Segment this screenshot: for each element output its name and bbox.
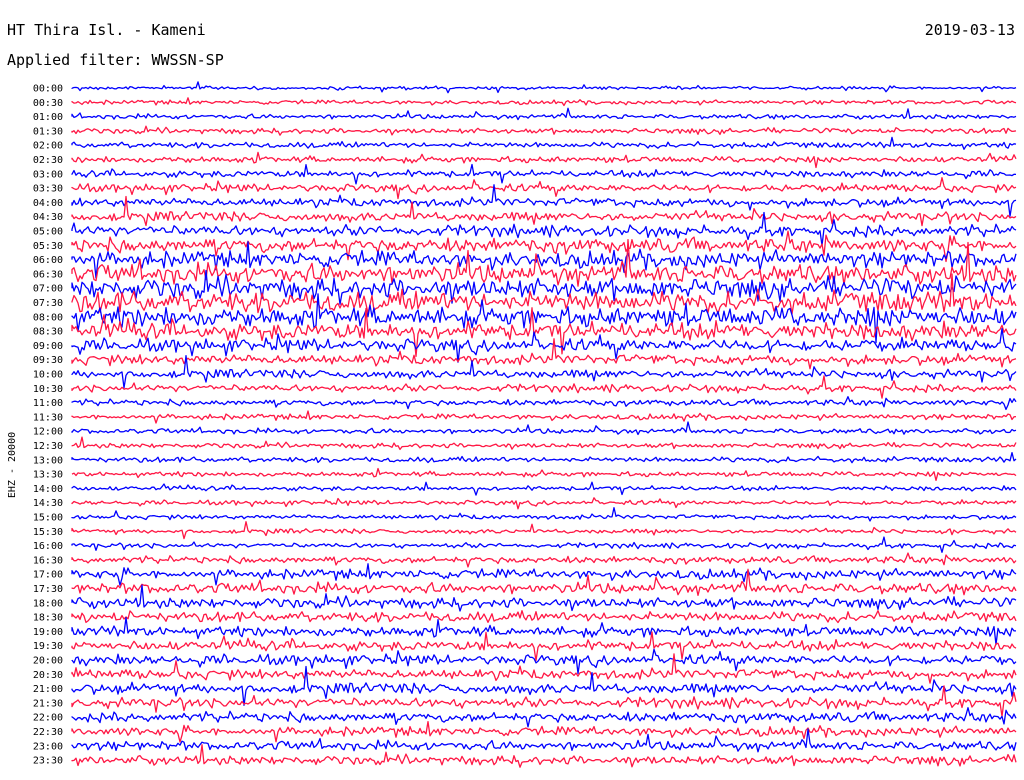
trace-row <box>71 355 1017 389</box>
row-time-label: 02:00 <box>33 141 63 152</box>
trace-row <box>71 151 1017 169</box>
row-time-label: 02:30 <box>33 155 63 166</box>
trace-row <box>71 616 1016 646</box>
row-time-label: 12:30 <box>33 441 63 452</box>
row-time-label: 15:30 <box>33 527 63 538</box>
row-time-label: 13:30 <box>33 470 63 481</box>
row-time-label: 22:00 <box>33 713 63 724</box>
row-time-label: 00:00 <box>33 84 63 95</box>
row-time-label: 06:00 <box>33 255 63 266</box>
row-time-label: 22:30 <box>33 727 63 738</box>
row-time-label: 20:30 <box>33 670 63 681</box>
trace-row <box>71 81 1017 94</box>
trace-row <box>71 653 1017 684</box>
trace-row <box>71 396 1017 411</box>
trace-row <box>71 720 1017 743</box>
row-time-label: 01:00 <box>33 112 63 123</box>
seismic-traces <box>71 81 1017 768</box>
trace-row <box>71 552 1017 568</box>
row-time-label: 11:00 <box>33 398 63 409</box>
row-time-label: 17:30 <box>33 584 63 595</box>
trace-row <box>71 436 1017 451</box>
row-time-label: 07:00 <box>33 284 63 295</box>
row-time-label: 23:00 <box>33 741 63 752</box>
row-time-label: 07:30 <box>33 298 63 309</box>
row-time-label: 08:30 <box>33 327 63 338</box>
trace-row <box>71 97 1017 107</box>
trace-row <box>71 230 1017 263</box>
row-time-label: 18:30 <box>33 613 63 624</box>
row-time-label: 10:00 <box>33 370 63 381</box>
row-time-label: 15:00 <box>33 513 63 524</box>
trace-row <box>71 610 1017 624</box>
row-time-label: 18:00 <box>33 598 63 609</box>
trace-row <box>71 107 1017 121</box>
trace-row <box>71 563 1017 586</box>
helicorder-plot: EHZ - 20000 00:00 00:30 01:00 01:30 02:00 02:… <box>7 81 1017 768</box>
trace-row <box>71 536 1017 553</box>
trace-row <box>71 375 1017 399</box>
row-time-label: 14:30 <box>33 498 63 509</box>
trace-row <box>71 163 1017 185</box>
row-time-label: 16:00 <box>33 541 63 552</box>
row-time-label: 04:00 <box>33 198 63 209</box>
row-time-label: 21:30 <box>33 698 63 709</box>
row-time-labels: 00:00 00:30 01:00 01:30 02:00 02:30 03:00 03:30… <box>33 84 63 767</box>
trace-row <box>71 421 1017 436</box>
row-time-label: 16:30 <box>33 555 63 566</box>
trace-row <box>71 497 1017 510</box>
trace-row <box>71 125 1017 136</box>
row-time-label: 21:00 <box>33 684 63 695</box>
row-time-label: 12:00 <box>33 427 63 438</box>
channel-label: EHZ - 20000 <box>7 432 18 498</box>
row-time-label: 09:30 <box>33 355 63 366</box>
row-time-label: 10:30 <box>33 384 63 395</box>
trace-row <box>71 451 1017 464</box>
row-time-label: 13:00 <box>33 455 63 466</box>
trace-row <box>71 177 1017 200</box>
row-time-label: 06:30 <box>33 269 63 280</box>
trace-row <box>71 467 1017 482</box>
trace-row <box>71 136 1017 150</box>
row-time-label: 09:00 <box>33 341 63 352</box>
row-time-label: 03:30 <box>33 184 63 195</box>
row-time-label: 05:00 <box>33 227 63 238</box>
row-time-label: 00:30 <box>33 98 63 109</box>
trace-row <box>71 521 1017 540</box>
row-time-label: 05:30 <box>33 241 63 252</box>
row-time-label: 04:30 <box>33 212 63 223</box>
trace-row <box>71 507 1017 522</box>
row-time-label: 14:00 <box>33 484 63 495</box>
row-time-label: 20:00 <box>33 656 63 667</box>
channel-label-group: EHZ - 20000 <box>7 432 18 498</box>
row-time-label: 17:00 <box>33 570 63 581</box>
trace-row <box>71 410 1017 424</box>
trace-row <box>71 707 1017 728</box>
row-time-label: 23:30 <box>33 756 63 767</box>
row-time-label: 01:30 <box>33 126 63 137</box>
trace-row <box>71 648 1017 675</box>
row-time-label: 08:00 <box>33 312 63 323</box>
row-time-label: 19:30 <box>33 641 63 652</box>
row-time-label: 19:00 <box>33 627 63 638</box>
row-time-label: 11:30 <box>33 412 63 423</box>
row-time-label: 03:00 <box>33 169 63 180</box>
trace-row <box>71 481 1017 496</box>
